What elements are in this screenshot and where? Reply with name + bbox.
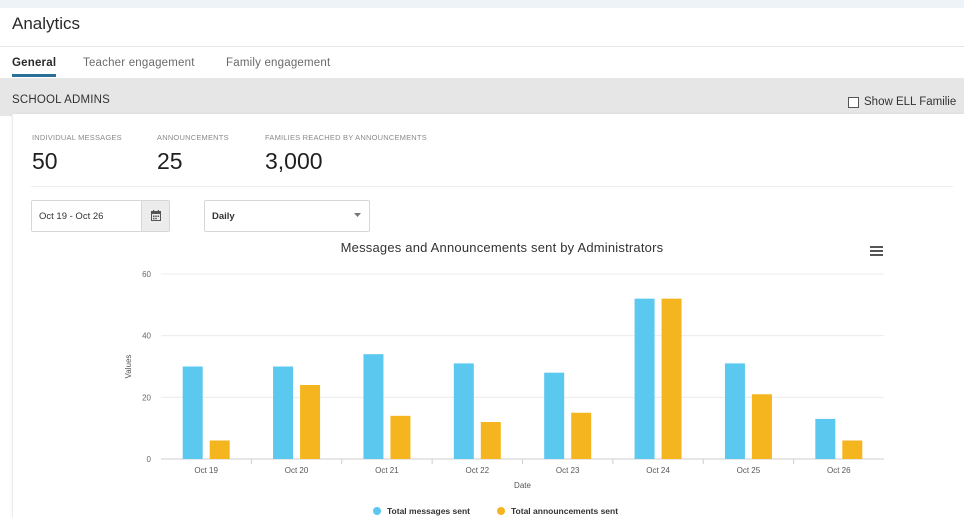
bar-messages bbox=[273, 366, 294, 459]
bar-messages bbox=[363, 354, 384, 459]
y-tick-label: 0 bbox=[147, 455, 152, 464]
bar-messages bbox=[724, 363, 745, 459]
legend-marker bbox=[373, 507, 381, 515]
x-tick-label: Oct 25 bbox=[737, 466, 761, 475]
bar-messages bbox=[453, 363, 474, 459]
active-tab-indicator bbox=[12, 74, 56, 77]
top-strip bbox=[0, 0, 964, 8]
tab-family-engagement[interactable]: Family engagement bbox=[226, 57, 330, 69]
section-header: SCHOOL ADMINS Show ELL Familie bbox=[0, 78, 964, 116]
y-axis-label: Values bbox=[124, 355, 133, 379]
x-tick-label: Oct 22 bbox=[466, 466, 490, 475]
checkbox-icon[interactable] bbox=[848, 96, 859, 108]
bar-messages bbox=[815, 418, 836, 459]
bar-announcements bbox=[209, 440, 230, 459]
bar-announcements bbox=[751, 394, 772, 459]
tab-bar: General Teacher engagement Family engage… bbox=[0, 46, 964, 78]
bar-messages bbox=[634, 298, 655, 459]
analytics-page: Analytics General Teacher engagement Fam… bbox=[0, 0, 964, 517]
x-tick-label: Oct 20 bbox=[285, 466, 309, 475]
x-tick-label: Oct 24 bbox=[646, 466, 670, 475]
bar-announcements bbox=[300, 385, 321, 459]
bar-announcements bbox=[480, 422, 501, 459]
legend-label-messages: Total messages sent bbox=[387, 506, 470, 516]
bar-announcements bbox=[390, 415, 411, 459]
tab-teacher-engagement[interactable]: Teacher engagement bbox=[83, 57, 195, 69]
admin-stats-card: INDIVIDUAL MESSAGES 50 ANNOUNCEMENTS 25 … bbox=[12, 114, 964, 517]
x-tick-label: Oct 21 bbox=[375, 466, 399, 475]
show-ell-families-label: Show ELL Familie bbox=[864, 96, 957, 108]
x-tick-label: Oct 23 bbox=[556, 466, 580, 475]
bar-chart: 0 20 40 60 Values Oct 19 Oct 20 Oct 21 Oct 22 Oct… bbox=[124, 270, 884, 516]
legend-label-announcements: Total announcements sent bbox=[511, 506, 618, 516]
show-ell-families-checkbox[interactable]: Show ELL Familie bbox=[848, 96, 956, 108]
x-tick-label: Oct 19 bbox=[194, 466, 218, 475]
bar-announcements bbox=[571, 412, 592, 459]
section-title: SCHOOL ADMINS bbox=[12, 94, 111, 106]
bar-announcements bbox=[842, 440, 863, 459]
tab-general[interactable]: General bbox=[12, 57, 56, 69]
page-title: Analytics bbox=[12, 14, 81, 33]
bar-messages bbox=[544, 372, 565, 459]
x-axis-label: Date bbox=[514, 481, 531, 490]
bar-messages bbox=[182, 366, 203, 459]
y-tick-label: 20 bbox=[142, 393, 151, 402]
y-tick-label: 60 bbox=[142, 270, 151, 279]
bar-announcements bbox=[661, 298, 682, 459]
y-tick-label: 40 bbox=[142, 332, 151, 341]
x-tick-label: Oct 26 bbox=[827, 466, 851, 475]
legend-marker bbox=[497, 507, 505, 515]
